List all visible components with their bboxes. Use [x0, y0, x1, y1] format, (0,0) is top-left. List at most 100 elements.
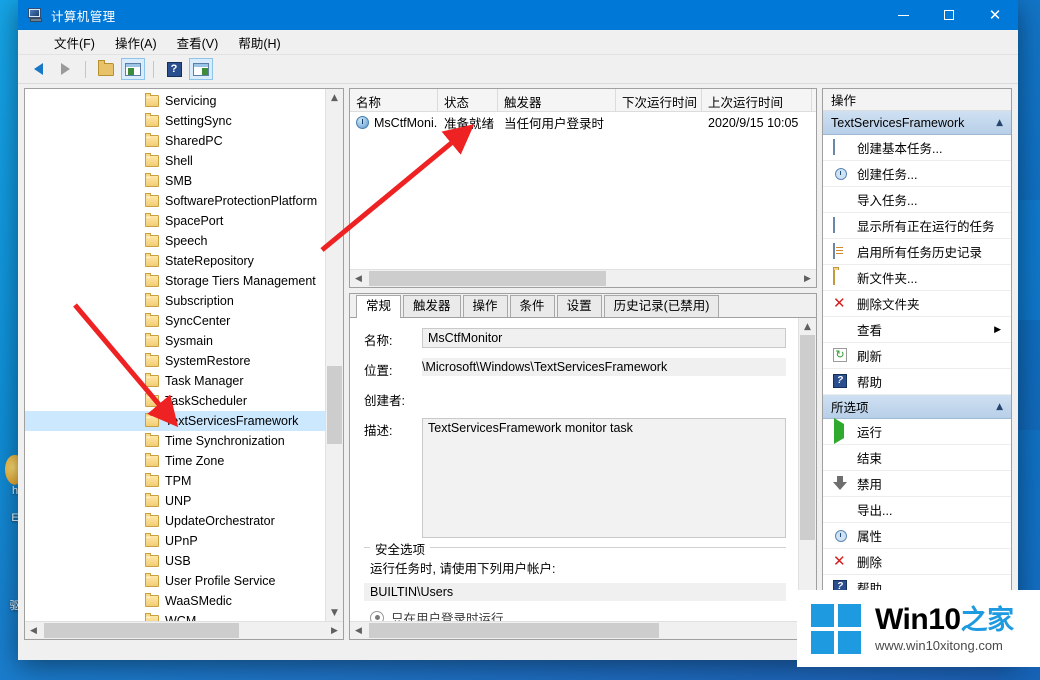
scroll-track[interactable] — [799, 335, 816, 604]
action-item-1-1[interactable]: 结束 — [823, 445, 1011, 471]
scroll-thumb[interactable] — [369, 271, 606, 286]
tree-item-wcm[interactable]: WCM — [25, 611, 325, 621]
action-item-0-0[interactable]: 创建基本任务... — [823, 135, 1011, 161]
scroll-thumb[interactable] — [44, 623, 239, 638]
action-item-0-1[interactable]: 创建任务... — [823, 161, 1011, 187]
detail-horizontal-scrollbar[interactable]: ◀ ▶ — [350, 621, 816, 639]
scroll-track[interactable] — [367, 270, 799, 287]
tree-item-sysmain[interactable]: Sysmain — [25, 331, 325, 351]
tree-item-textservicesframework[interactable]: TextServicesFramework — [25, 411, 325, 431]
tree-item-systemrestore[interactable]: SystemRestore — [25, 351, 325, 371]
scroll-track[interactable] — [326, 106, 343, 604]
tab-2[interactable]: 操作 — [463, 295, 508, 317]
tree-item-task-manager[interactable]: Task Manager — [25, 371, 325, 391]
scroll-left-icon[interactable]: ◀ — [25, 622, 42, 639]
scroll-up-icon[interactable]: ▲ — [799, 318, 816, 335]
description-value[interactable]: TextServicesFramework monitor task — [422, 418, 786, 538]
tree-item-taskscheduler[interactable]: TaskScheduler — [25, 391, 325, 411]
tree-item-waasmedic[interactable]: WaaSMedic — [25, 591, 325, 611]
action-item-0-2[interactable]: 导入任务... — [823, 187, 1011, 213]
tree-item-storage-tiers-management[interactable]: Storage Tiers Management — [25, 271, 325, 291]
name-value[interactable]: MsCtfMonitor — [422, 328, 786, 348]
chevron-up-icon[interactable]: ▲ — [996, 118, 1003, 128]
back-button[interactable] — [26, 58, 50, 80]
tree-item-upnp[interactable]: UPnP — [25, 531, 325, 551]
tab-0[interactable]: 常规 — [356, 295, 401, 318]
scroll-down-icon[interactable]: ▼ — [326, 604, 343, 621]
tree-item-subscription[interactable]: Subscription — [25, 291, 325, 311]
tree-horizontal-scrollbar[interactable]: ◀ ▶ — [25, 621, 343, 639]
tree-vertical-scrollbar[interactable]: ▲ ▼ — [325, 89, 343, 621]
action-item-0-7[interactable]: 查看▶ — [823, 317, 1011, 343]
scroll-track[interactable] — [42, 622, 326, 639]
action-item-0-3[interactable]: 显示所有正在运行的任务 — [823, 213, 1011, 239]
action-item-1-5[interactable]: ✕删除 — [823, 549, 1011, 575]
action-item-1-3[interactable]: 导出... — [823, 497, 1011, 523]
tree-item-time-zone[interactable]: Time Zone — [25, 451, 325, 471]
scroll-right-icon[interactable]: ▶ — [326, 622, 343, 639]
tab-5[interactable]: 历史记录(已禁用) — [604, 295, 720, 317]
scroll-left-icon[interactable]: ◀ — [350, 270, 367, 287]
tree-item-unp[interactable]: UNP — [25, 491, 325, 511]
close-button[interactable]: ✕ — [972, 0, 1018, 30]
tree-item-smb[interactable]: SMB — [25, 171, 325, 191]
scroll-thumb[interactable] — [369, 623, 659, 638]
action-item-1-4[interactable]: 属性 — [823, 523, 1011, 549]
tab-4[interactable]: 设置 — [557, 295, 602, 317]
action-item-0-5[interactable]: 新文件夹... — [823, 265, 1011, 291]
tree-item-usb[interactable]: USB — [25, 551, 325, 571]
menu-help[interactable]: 帮助(H) — [228, 30, 290, 55]
radio-icon[interactable] — [370, 611, 384, 622]
tree-item-servicing[interactable]: Servicing — [25, 91, 325, 111]
action-item-1-2[interactable]: 禁用 — [823, 471, 1011, 497]
minimize-button[interactable] — [880, 0, 926, 30]
tree-item-time-synchronization[interactable]: Time Synchronization — [25, 431, 325, 451]
action-item-0-4[interactable]: 启用所有任务历史记录 — [823, 239, 1011, 265]
actions-group-header[interactable]: 所选项▲ — [823, 395, 1011, 419]
tree-item-spaceport[interactable]: SpacePort — [25, 211, 325, 231]
actions-group-header[interactable]: TextServicesFramework▲ — [823, 111, 1011, 135]
tree-item-updateorchestrator[interactable]: UpdateOrchestrator — [25, 511, 325, 531]
forward-button[interactable] — [53, 58, 77, 80]
table-row[interactable]: MsCtfMoni...准备就绪当任何用户登录时2020/9/15 10:05 — [350, 112, 816, 133]
scroll-right-icon[interactable]: ▶ — [799, 270, 816, 287]
tree-item-staterepository[interactable]: StateRepository — [25, 251, 325, 271]
menu-view[interactable]: 查看(V) — [167, 30, 229, 55]
chevron-up-icon[interactable]: ▲ — [996, 402, 1003, 412]
show-hide-tree-button[interactable] — [121, 58, 145, 80]
maximize-button[interactable] — [926, 0, 972, 30]
tree-item-speech[interactable]: Speech — [25, 231, 325, 251]
detail-vertical-scrollbar[interactable]: ▲ ▼ — [798, 318, 816, 621]
tree-item-settingsync[interactable]: SettingSync — [25, 111, 325, 131]
tree-item-synccenter[interactable]: SyncCenter — [25, 311, 325, 331]
security-account-value[interactable]: BUILTIN\Users — [364, 583, 786, 601]
action-item-0-8[interactable]: ↻刷新 — [823, 343, 1011, 369]
scroll-up-icon[interactable]: ▲ — [326, 89, 343, 106]
tree-item-tpm[interactable]: TPM — [25, 471, 325, 491]
tree-item-sharedpc[interactable]: SharedPC — [25, 131, 325, 151]
menu-file[interactable]: 文件(F) — [44, 30, 105, 55]
task-list-column-header[interactable]: 触发器 — [498, 89, 616, 111]
task-list-column-header[interactable]: 名称 — [350, 89, 438, 111]
tab-1[interactable]: 触发器 — [403, 295, 461, 317]
tab-3[interactable]: 条件 — [510, 295, 555, 317]
scroll-thumb[interactable] — [800, 335, 815, 540]
scroll-track[interactable] — [367, 622, 799, 639]
action-item-0-9[interactable]: ?帮助 — [823, 369, 1011, 395]
security-radio-row[interactable]: 只在用户登录时运行 — [370, 608, 786, 621]
help-button[interactable]: ? — [162, 58, 186, 80]
tree-item-shell[interactable]: Shell — [25, 151, 325, 171]
action-item-1-0[interactable]: 运行 — [823, 419, 1011, 445]
scroll-thumb[interactable] — [327, 366, 342, 444]
menu-action[interactable]: 操作(A) — [105, 30, 167, 55]
up-folder-button[interactable] — [94, 58, 118, 80]
tree-item-user-profile-service[interactable]: User Profile Service — [25, 571, 325, 591]
tree-item-softwareprotectionplatform[interactable]: SoftwareProtectionPlatform — [25, 191, 325, 211]
task-list-column-header[interactable]: 状态 — [438, 89, 498, 111]
task-list-column-header[interactable]: 下次运行时间 — [616, 89, 702, 111]
show-action-pane-button[interactable] — [189, 58, 213, 80]
scroll-left-icon[interactable]: ◀ — [350, 622, 367, 639]
action-item-0-6[interactable]: ✕删除文件夹 — [823, 291, 1011, 317]
task-list-horizontal-scrollbar[interactable]: ◀ ▶ — [350, 269, 816, 287]
task-list-column-header[interactable]: 上次运行时间 — [702, 89, 812, 111]
